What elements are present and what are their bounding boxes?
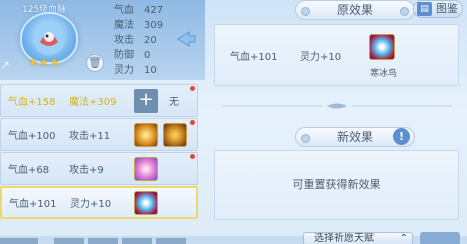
stat-row-hp: 气血 427 <box>114 3 174 18</box>
stat-label: 攻击 <box>114 35 134 46</box>
notification-dot <box>190 120 195 125</box>
effect-stat-b: 魔法+309 <box>69 97 117 108</box>
choose-talent-button[interactable]: 选择祈愿天赋 ⌃ <box>303 232 413 244</box>
choose-talent-label: 选择祈愿天赋 <box>314 233 374 244</box>
notification-dot <box>190 154 195 159</box>
stat-label: 防御 <box>114 50 134 61</box>
gold-burst-icon[interactable] <box>134 123 158 147</box>
add-skill-button[interactable]: + <box>134 89 158 113</box>
bottom-slot[interactable] <box>0 238 38 244</box>
book-icon: ▤ <box>417 2 432 16</box>
stat-value: 20 <box>144 35 157 46</box>
bottom-slot[interactable] <box>122 238 152 244</box>
original-effect-header: 原效果 <box>295 0 415 20</box>
effect-stat-b: 攻击+11 <box>69 131 111 142</box>
effect-stat-b: 攻击+9 <box>69 165 104 176</box>
stat-row-spirit: 灵力 10 <box>114 63 174 78</box>
plus-icon: + <box>138 89 154 110</box>
effect-stat-a: 气血+68 <box>8 165 50 176</box>
original-stat-b: 灵力+10 <box>300 52 342 63</box>
effect-stat-b: 灵力+10 <box>70 199 112 210</box>
ice-bird-icon[interactable] <box>134 191 158 215</box>
tujian-label: 图鉴 <box>436 2 458 15</box>
bottom-slot[interactable] <box>156 238 186 244</box>
bottom-slot[interactable] <box>54 238 84 244</box>
none-label: 无 <box>169 97 179 108</box>
notification-dot <box>190 86 195 91</box>
ornament-divider <box>222 103 452 109</box>
original-stat-a: 气血+101 <box>230 52 278 63</box>
effect-stat-a: 气血+158 <box>8 97 56 108</box>
release-pet-button[interactable]: 🗑 <box>86 54 104 72</box>
transfer-arrow-icon <box>177 31 196 47</box>
stat-row-mp: 魔法 309 <box>114 18 174 33</box>
gold-swirl-icon[interactable] <box>163 123 187 147</box>
stat-value: 0 <box>144 50 151 61</box>
share-icon[interactable]: ↗ <box>0 58 14 72</box>
pet-stats: 气血 427 魔法 309 攻击 20 防御 0 灵力 10 <box>114 3 174 78</box>
trash-icon: 🗑 <box>88 56 102 69</box>
list-item[interactable]: 气血+68 攻击+9 <box>0 152 198 185</box>
stat-row-defense: 防御 0 <box>114 48 174 63</box>
tujian-button[interactable]: ▤ 图鉴 <box>413 0 463 18</box>
chevron-up-icon: ⌃ <box>399 233 408 244</box>
stat-row-attack: 攻击 20 <box>114 33 174 48</box>
list-item[interactable]: 气血+101 灵力+10 <box>0 186 198 219</box>
expand-button[interactable] <box>420 232 460 244</box>
stat-value: 427 <box>144 5 164 16</box>
bloodline-list: 气血+158 魔法+309 + 无 气血+100 攻击+11 气血+68 攻击+… <box>0 84 198 220</box>
pet-portrait-icon <box>33 23 65 55</box>
pet-star-rating: ★★★ <box>28 56 61 69</box>
new-effect-text: 可重置获得新效果 <box>292 178 381 191</box>
list-item[interactable]: 气血+158 魔法+309 + 无 <box>0 84 198 117</box>
stat-label: 灵力 <box>114 65 134 76</box>
stat-label: 魔法 <box>114 20 134 31</box>
effect-stat-a: 气血+101 <box>9 199 57 210</box>
ice-bird-skill-icon[interactable] <box>369 34 395 60</box>
stat-value: 10 <box>144 65 157 76</box>
effect-stat-a: 气血+100 <box>8 131 56 142</box>
list-item[interactable]: 气血+100 攻击+11 <box>0 118 198 151</box>
pink-flower-icon[interactable] <box>134 157 158 181</box>
info-icon[interactable]: ! <box>393 128 410 145</box>
stat-label: 气血 <box>114 5 134 16</box>
original-skill-name: 寒冰鸟 <box>370 69 398 79</box>
bottom-slot[interactable] <box>88 238 118 244</box>
stat-value: 309 <box>144 20 164 31</box>
